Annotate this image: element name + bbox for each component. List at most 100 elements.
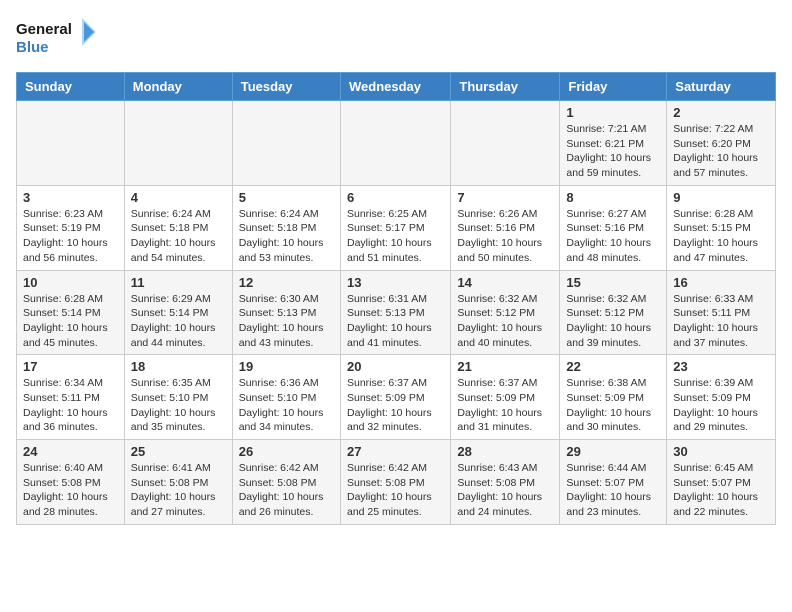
day-cell: 2 Sunrise: 7:22 AM Sunset: 6:20 PM Daylig… [667, 101, 776, 186]
day-cell: 20 Sunrise: 6:37 AM Sunset: 5:09 PM Dayli… [340, 355, 450, 440]
day-cell [451, 101, 560, 186]
day-cell: 13 Sunrise: 6:31 AM Sunset: 5:13 PM Dayli… [340, 270, 450, 355]
weekday-header-thursday: Thursday [451, 73, 560, 101]
day-cell: 19 Sunrise: 6:36 AM Sunset: 5:10 PM Dayli… [232, 355, 340, 440]
day-cell: 12 Sunrise: 6:30 AM Sunset: 5:13 PM Dayli… [232, 270, 340, 355]
day-cell: 27 Sunrise: 6:42 AM Sunset: 5:08 PM Dayli… [340, 440, 450, 525]
day-cell: 14 Sunrise: 6:32 AM Sunset: 5:12 PM Dayli… [451, 270, 560, 355]
day-cell: 16 Sunrise: 6:33 AM Sunset: 5:11 PM Dayli… [667, 270, 776, 355]
day-cell: 3 Sunrise: 6:23 AM Sunset: 5:19 PM Daylig… [17, 185, 125, 270]
day-info: Sunrise: 6:40 AM Sunset: 5:08 PM Dayligh… [23, 461, 118, 520]
logo: General Blue [16, 16, 96, 60]
calendar-table: SundayMondayTuesdayWednesdayThursdayFrid… [16, 72, 776, 525]
day-cell: 28Sunrise: 6:43 AM Sunset: 5:08 PM Dayli… [451, 440, 560, 525]
day-info: Sunrise: 6:25 AM Sunset: 5:17 PM Dayligh… [347, 207, 444, 266]
day-number: 14 [457, 275, 553, 290]
day-info: Sunrise: 6:26 AM Sunset: 5:16 PM Dayligh… [457, 207, 553, 266]
day-number: 21 [457, 359, 553, 374]
day-number: 27 [347, 444, 444, 459]
day-cell: 30Sunrise: 6:45 AM Sunset: 5:07 PM Dayli… [667, 440, 776, 525]
logo-svg: General Blue [16, 16, 96, 60]
weekday-header-wednesday: Wednesday [340, 73, 450, 101]
day-number: 2 [673, 105, 769, 120]
day-number: 5 [239, 190, 334, 205]
day-cell: 29 Sunrise: 6:44 AM Sunset: 5:07 PM Dayli… [560, 440, 667, 525]
day-info: Sunrise: 6:37 AM Sunset: 5:09 PM Dayligh… [457, 376, 553, 435]
day-number: 4 [131, 190, 226, 205]
day-cell: 26 Sunrise: 6:42 AM Sunset: 5:08 PM Dayli… [232, 440, 340, 525]
day-cell: 18 Sunrise: 6:35 AM Sunset: 5:10 PM Dayli… [124, 355, 232, 440]
day-info: Sunrise: 6:32 AM Sunset: 5:12 PM Dayligh… [566, 292, 660, 351]
day-cell: 17 Sunrise: 6:34 AM Sunset: 5:11 PM Dayli… [17, 355, 125, 440]
day-number: 3 [23, 190, 118, 205]
day-cell [232, 101, 340, 186]
day-number: 26 [239, 444, 334, 459]
day-number: 12 [239, 275, 334, 290]
day-number: 1 [566, 105, 660, 120]
day-info: Sunrise: 6:38 AM Sunset: 5:09 PM Dayligh… [566, 376, 660, 435]
day-number: 22 [566, 359, 660, 374]
day-info: Sunrise: 6:29 AM Sunset: 5:14 PM Dayligh… [131, 292, 226, 351]
day-number: 15 [566, 275, 660, 290]
day-info: Sunrise: 7:22 AM Sunset: 6:20 PM Dayligh… [673, 122, 769, 181]
day-info: Sunrise: 6:42 AM Sunset: 5:08 PM Dayligh… [239, 461, 334, 520]
day-number: 16 [673, 275, 769, 290]
day-info: Sunrise: 6:39 AM Sunset: 5:09 PM Dayligh… [673, 376, 769, 435]
day-info: Sunrise: 6:32 AM Sunset: 5:12 PM Dayligh… [457, 292, 553, 351]
day-cell: 5 Sunrise: 6:24 AM Sunset: 5:18 PM Daylig… [232, 185, 340, 270]
weekday-header-friday: Friday [560, 73, 667, 101]
svg-text:Blue: Blue [16, 39, 49, 56]
day-info: Sunrise: 6:34 AM Sunset: 5:11 PM Dayligh… [23, 376, 118, 435]
day-cell: 21 Sunrise: 6:37 AM Sunset: 5:09 PM Dayli… [451, 355, 560, 440]
day-number: 10 [23, 275, 118, 290]
day-info: Sunrise: 6:37 AM Sunset: 5:09 PM Dayligh… [347, 376, 444, 435]
day-number: 20 [347, 359, 444, 374]
day-number: 7 [457, 190, 553, 205]
week-row-2: 3 Sunrise: 6:23 AM Sunset: 5:19 PM Daylig… [17, 185, 776, 270]
day-cell [340, 101, 450, 186]
day-number: 13 [347, 275, 444, 290]
week-row-4: 17 Sunrise: 6:34 AM Sunset: 5:11 PM Dayli… [17, 355, 776, 440]
weekday-header-tuesday: Tuesday [232, 73, 340, 101]
day-info: Sunrise: 6:31 AM Sunset: 5:13 PM Dayligh… [347, 292, 444, 351]
day-info: Sunrise: 6:30 AM Sunset: 5:13 PM Dayligh… [239, 292, 334, 351]
day-number: 29 [566, 444, 660, 459]
day-number: 18 [131, 359, 226, 374]
day-info: Sunrise: 6:42 AM Sunset: 5:08 PM Dayligh… [347, 461, 444, 520]
day-info: Sunrise: 7:21 AM Sunset: 6:21 PM Dayligh… [566, 122, 660, 181]
day-number: 19 [239, 359, 334, 374]
day-info: Sunrise: 6:27 AM Sunset: 5:16 PM Dayligh… [566, 207, 660, 266]
day-cell: 10 Sunrise: 6:28 AM Sunset: 5:14 PM Dayli… [17, 270, 125, 355]
day-cell: 9Sunrise: 6:28 AM Sunset: 5:15 PM Daylig… [667, 185, 776, 270]
day-number: 24 [23, 444, 118, 459]
day-number: 8 [566, 190, 660, 205]
day-info: Sunrise: 6:45 AM Sunset: 5:07 PM Dayligh… [673, 461, 769, 520]
day-info: Sunrise: 6:24 AM Sunset: 5:18 PM Dayligh… [239, 207, 334, 266]
week-row-3: 10 Sunrise: 6:28 AM Sunset: 5:14 PM Dayli… [17, 270, 776, 355]
day-info: Sunrise: 6:28 AM Sunset: 5:14 PM Dayligh… [23, 292, 118, 351]
day-number: 17 [23, 359, 118, 374]
weekday-header-saturday: Saturday [667, 73, 776, 101]
day-info: Sunrise: 6:44 AM Sunset: 5:07 PM Dayligh… [566, 461, 660, 520]
day-cell: 1 Sunrise: 7:21 AM Sunset: 6:21 PM Daylig… [560, 101, 667, 186]
day-info: Sunrise: 6:28 AM Sunset: 5:15 PM Dayligh… [673, 207, 769, 266]
day-cell: 6Sunrise: 6:25 AM Sunset: 5:17 PM Daylig… [340, 185, 450, 270]
day-info: Sunrise: 6:24 AM Sunset: 5:18 PM Dayligh… [131, 207, 226, 266]
weekday-header-sunday: Sunday [17, 73, 125, 101]
day-number: 11 [131, 275, 226, 290]
day-cell [124, 101, 232, 186]
svg-text:General: General [16, 21, 72, 38]
day-info: Sunrise: 6:36 AM Sunset: 5:10 PM Dayligh… [239, 376, 334, 435]
day-cell: 7 Sunrise: 6:26 AM Sunset: 5:16 PM Daylig… [451, 185, 560, 270]
day-number: 23 [673, 359, 769, 374]
day-cell [17, 101, 125, 186]
weekday-header-row: SundayMondayTuesdayWednesdayThursdayFrid… [17, 73, 776, 101]
day-info: Sunrise: 6:23 AM Sunset: 5:19 PM Dayligh… [23, 207, 118, 266]
week-row-5: 24 Sunrise: 6:40 AM Sunset: 5:08 PM Dayli… [17, 440, 776, 525]
week-row-1: 1 Sunrise: 7:21 AM Sunset: 6:21 PM Daylig… [17, 101, 776, 186]
page-header: General Blue [16, 16, 776, 60]
day-cell: 25Sunrise: 6:41 AM Sunset: 5:08 PM Dayli… [124, 440, 232, 525]
day-number: 25 [131, 444, 226, 459]
day-info: Sunrise: 6:35 AM Sunset: 5:10 PM Dayligh… [131, 376, 226, 435]
day-info: Sunrise: 6:33 AM Sunset: 5:11 PM Dayligh… [673, 292, 769, 351]
